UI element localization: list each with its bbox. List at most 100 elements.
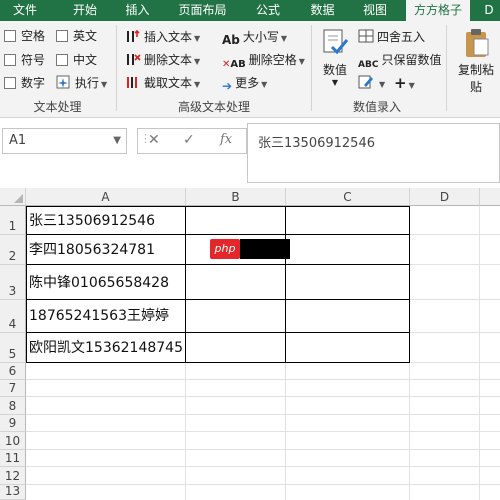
chevron-down-icon: ▼	[331, 78, 339, 87]
checkbox-label: 英文	[73, 29, 98, 43]
row-header[interactable]: 11	[0, 450, 26, 467]
cell-a4[interactable]: 18765241563王婷婷	[26, 305, 185, 327]
extract-text-button[interactable]: 截取文本 ▼	[125, 73, 200, 93]
gridline	[26, 431, 500, 432]
checkbox-english[interactable]: 英文	[56, 27, 97, 45]
cell-a3[interactable]: 陈中锋01065658428	[26, 272, 185, 294]
formula-input[interactable]: 张三13506912546	[247, 123, 500, 183]
row-header[interactable]: 8	[0, 397, 26, 415]
case-button[interactable]: Ab 大小写 ▼	[222, 27, 287, 47]
case-icon: Ab	[222, 33, 240, 47]
case-label: 大小写	[242, 30, 279, 44]
checkbox-chinese[interactable]: 中文	[56, 51, 97, 69]
checkbox-box[interactable]	[4, 30, 16, 42]
row-header[interactable]: 1	[0, 206, 26, 235]
chevron-down-icon: ▼	[194, 57, 201, 66]
row-header[interactable]: 4	[0, 300, 26, 333]
checkbox-number[interactable]: 数字	[4, 74, 45, 92]
more-button[interactable]: ➔ 更多 ▼	[222, 73, 267, 93]
tab-view[interactable]: 视图	[355, 0, 395, 21]
formula-buttons: ⋮ ✕ ✓ fx	[137, 128, 247, 154]
cell-a1[interactable]: 张三13506912546	[26, 210, 185, 232]
delete-text-label: 删除文本	[144, 53, 193, 67]
checkbox-box[interactable]	[4, 54, 16, 66]
clipboard-icon	[461, 27, 491, 59]
edit-cell-button[interactable]: ▼	[358, 73, 385, 93]
checkbox-box[interactable]	[56, 30, 68, 42]
delete-text-button[interactable]: 删除文本 ▼	[125, 50, 200, 70]
row-number: 3	[8, 284, 17, 298]
cell-a2[interactable]: 李四18056324781	[26, 239, 185, 261]
gridline	[26, 396, 500, 397]
ribbon: 空格 英文 符号 中文 数字 执行 ▼ 文本处理 插入文本 ▼ 删除文本 ▼ 截取文本…	[0, 21, 500, 118]
chevron-down-icon[interactable]: ▼	[113, 129, 121, 153]
copy-paste-button[interactable]: 复制粘 贴	[452, 25, 500, 95]
cell-a5[interactable]: 欧阳凯文15362148745	[26, 337, 185, 359]
column-header-b[interactable]: B	[186, 188, 286, 206]
numeric-value-label: 数值	[322, 63, 347, 77]
enter-icon[interactable]: ✓	[183, 132, 195, 148]
php-watermark-logo: php	[210, 239, 240, 259]
column-header-d[interactable]: D	[410, 188, 480, 206]
tab-file[interactable]: 文件	[0, 0, 50, 21]
keep-value-button[interactable]: ABC 只保留数值	[358, 50, 441, 70]
tab-fangfanggezi[interactable]: 方方格子	[406, 0, 470, 21]
insert-text-label: 插入文本	[144, 30, 193, 44]
checkbox-symbol[interactable]: 符号	[4, 51, 45, 69]
row-number: 11	[4, 451, 21, 465]
tab-home[interactable]: 开始	[60, 0, 110, 21]
column-header-a[interactable]: A	[26, 188, 186, 206]
round-icon	[358, 28, 374, 44]
checkbox-space[interactable]: 空格	[4, 27, 45, 45]
remove-space-label: 删除空格	[248, 53, 297, 67]
redaction-bar	[240, 239, 290, 259]
name-box[interactable]: A1 ▼	[2, 128, 127, 154]
row-header[interactable]: 6	[0, 363, 26, 380]
tab-data[interactable]: 数据	[300, 0, 345, 21]
checkbox-box[interactable]	[4, 77, 16, 89]
row-header[interactable]: 5	[0, 333, 26, 363]
chevron-down-icon: ▼	[408, 81, 415, 90]
add-button[interactable]: + ▼	[394, 73, 415, 93]
tab-insert[interactable]: 插入	[115, 0, 160, 21]
group-label-advanced-text: 高级文本处理	[177, 100, 250, 114]
execute-icon	[56, 74, 72, 90]
checkbox-box[interactable]	[56, 54, 68, 66]
checkbox-label: 中文	[73, 53, 98, 67]
chevron-down-icon: ▼	[379, 80, 386, 89]
row-header[interactable]: 9	[0, 415, 26, 432]
select-all-corner[interactable]	[0, 188, 26, 206]
function-icon[interactable]: fx	[220, 132, 232, 147]
chevron-down-icon: ▼	[194, 80, 201, 89]
chevron-down-icon: ▼	[298, 57, 305, 66]
table-border	[185, 206, 186, 363]
chevron-down-icon: ▼	[261, 80, 268, 89]
insert-text-button[interactable]: 插入文本 ▼	[125, 27, 200, 47]
row-header[interactable]: 13	[0, 484, 26, 500]
table-border	[26, 332, 410, 333]
row-header[interactable]: 3	[0, 265, 26, 300]
group-label-numeric-entry: 数值录入	[352, 100, 401, 114]
numeric-value-button[interactable]: 数值 ▼	[316, 25, 354, 95]
cancel-icon[interactable]: ✕	[148, 132, 160, 148]
tab-more[interactable]: D	[478, 0, 500, 21]
gridline	[26, 414, 500, 415]
column-header-partial[interactable]	[480, 188, 500, 206]
execute-button[interactable]: 执行 ▼	[56, 73, 107, 93]
insert-text-icon	[125, 28, 141, 44]
row-header[interactable]: 2	[0, 235, 26, 265]
row-number: 6	[8, 364, 17, 378]
tab-page-layout[interactable]: 页面布局	[170, 0, 235, 21]
row-header[interactable]: 7	[0, 380, 26, 397]
table-border	[26, 362, 410, 363]
gridline	[26, 379, 500, 380]
edit-icon	[358, 74, 374, 90]
remove-space-button[interactable]: ✕AB 删除空格 ▼	[222, 50, 305, 70]
row-header[interactable]: 12	[0, 467, 26, 485]
row-header[interactable]: 10	[0, 432, 26, 450]
keep-value-icon: ABC	[358, 60, 379, 70]
gridline	[26, 466, 500, 467]
column-header-c[interactable]: C	[286, 188, 410, 206]
round-button[interactable]: 四舍五入	[358, 27, 425, 47]
tab-formulas[interactable]: 公式	[248, 0, 288, 21]
